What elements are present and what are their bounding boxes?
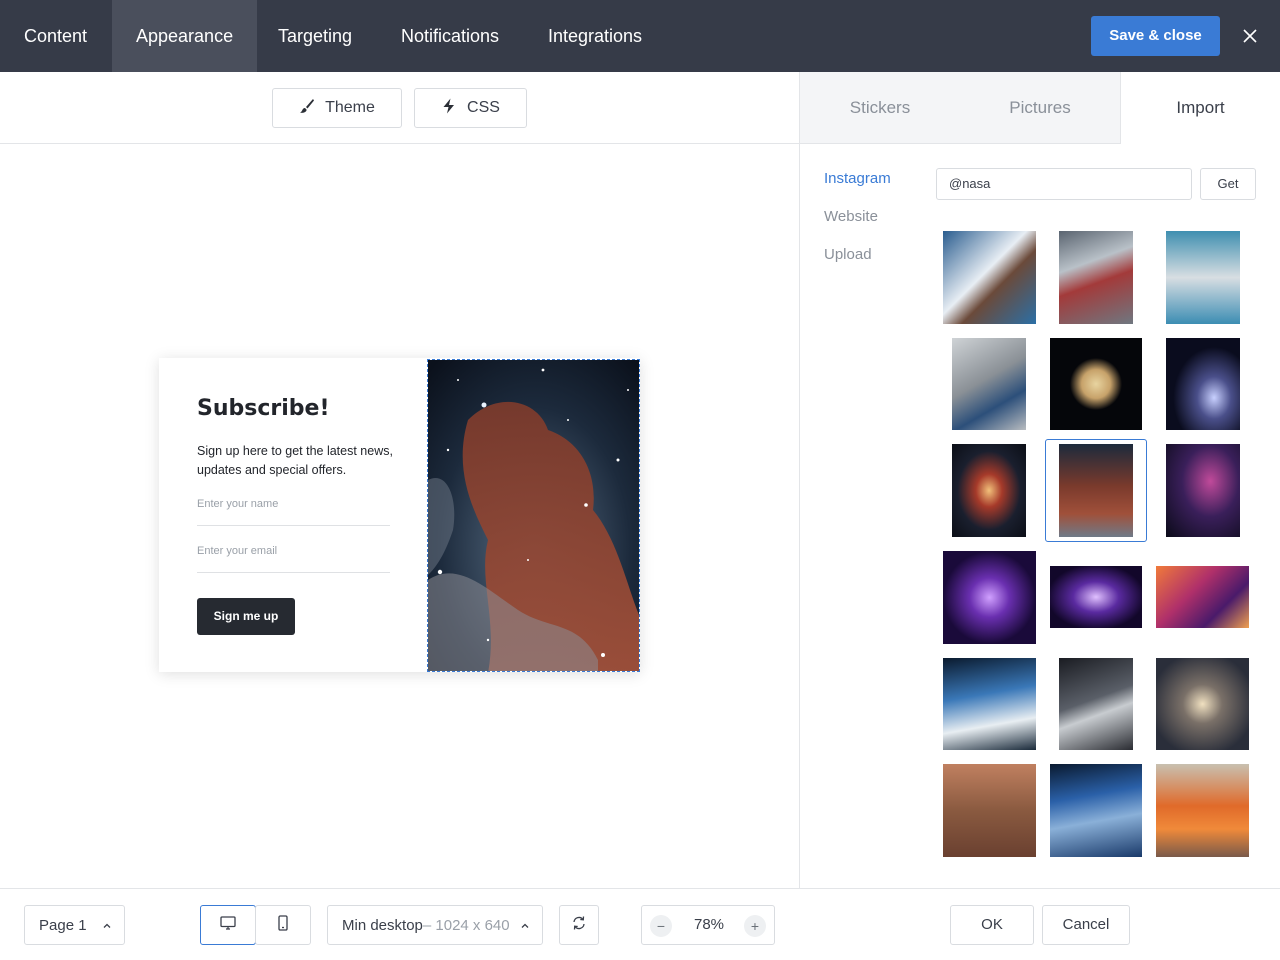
page-label: Page 1 (39, 916, 87, 934)
desktop-view-button[interactable] (200, 905, 256, 945)
theme-button-label: Theme (325, 99, 375, 116)
page-selector[interactable]: Page 1 (24, 905, 125, 945)
size-value: – 1024 x 640 (422, 916, 510, 934)
name-placeholder: Enter your name (197, 498, 279, 510)
css-button[interactable]: CSS (414, 88, 527, 128)
thumbnail-astronaut-station-work[interactable] (952, 338, 1026, 430)
source-website[interactable]: Website (824, 208, 878, 225)
source-instagram[interactable]: Instagram (824, 170, 891, 187)
thumbnail-astronaut-orange-suit[interactable] (1156, 764, 1249, 857)
tab-import[interactable]: Import (1120, 72, 1280, 144)
tab-targeting[interactable]: Targeting (254, 0, 376, 72)
tab-content[interactable]: Content (0, 0, 111, 72)
chevron-up-icon (519, 919, 531, 936)
popup-image-horsehead-nebula[interactable] (427, 359, 640, 672)
tab-appearance[interactable]: Appearance (112, 0, 258, 72)
panel-footer: OK Cancel (800, 888, 1280, 960)
thumbnail-purple-galaxy-cluster[interactable] (943, 551, 1036, 644)
name-input[interactable]: Enter your name (197, 498, 390, 526)
thumbnail-purple-galaxy-strip[interactable] (1050, 566, 1142, 628)
desktop-icon (219, 914, 237, 936)
thumbnail-earth-spacewalk[interactable] (943, 658, 1036, 750)
sign-me-up-button[interactable]: Sign me up (197, 598, 295, 635)
thumbnail-astronaut-lab-white-coat[interactable] (943, 231, 1036, 324)
size-label: Min desktop (342, 916, 423, 934)
thumbnail-spiral-galaxy-pair[interactable] (1166, 338, 1240, 430)
thumbnail-space-station-interior[interactable] (1059, 231, 1133, 324)
lightning-icon (441, 98, 457, 119)
css-button-label: CSS (467, 99, 500, 116)
canvas-bottom-toolbar: Page 1 Min desktop – 1024 x 640 − 78% + (0, 888, 800, 960)
thumbnail-starburst-galaxy[interactable] (952, 444, 1026, 537)
thumbnail-astronaut-pool-training[interactable] (1166, 231, 1240, 324)
ok-button[interactable]: OK (950, 905, 1034, 945)
tab-pictures[interactable]: Pictures (960, 72, 1120, 144)
popup-title: Subscribe! (197, 396, 330, 421)
rotate-button[interactable] (559, 905, 599, 945)
thumbnail-earth-horizon[interactable] (1050, 764, 1142, 857)
thumbnail-mars-rover[interactable] (943, 764, 1036, 857)
thumbnail-astronaut-window[interactable] (1059, 658, 1133, 750)
zoom-in-button[interactable]: + (744, 915, 766, 937)
screen-size-selector[interactable]: Min desktop – 1024 x 640 (327, 905, 543, 945)
instagram-handle-input[interactable]: @nasa (936, 168, 1192, 200)
thumbnail-purple-nebula-field[interactable] (1166, 444, 1240, 537)
cancel-button[interactable]: Cancel (1042, 905, 1130, 945)
thumbnail-spiral-galaxy-closeup[interactable] (1156, 658, 1249, 750)
tab-notifications[interactable]: Notifications (377, 0, 523, 72)
mobile-view-button[interactable] (255, 905, 311, 945)
editor-canvas-area: Theme CSS Subscribe! Sign up here to get… (0, 72, 800, 960)
image-picker-panel: Stickers Pictures Import Instagram Websi… (800, 72, 1280, 960)
theme-button[interactable]: Theme (272, 88, 402, 128)
brush-icon (299, 98, 315, 119)
tab-integrations[interactable]: Integrations (524, 0, 666, 72)
popup-preview-card[interactable]: Subscribe! Sign up here to get the lates… (159, 358, 640, 672)
source-upload[interactable]: Upload (824, 246, 872, 263)
tab-stickers[interactable]: Stickers (800, 72, 960, 144)
close-icon[interactable] (1238, 24, 1262, 48)
image-source-tabs: Stickers Pictures Import (800, 72, 1280, 144)
thumbnail-magenta-dark-matter[interactable] (1156, 566, 1249, 628)
mobile-icon (274, 914, 292, 936)
thumbnail-saturn[interactable] (1050, 338, 1142, 430)
zoom-control: − 78% + (641, 905, 775, 945)
email-input[interactable]: Enter your email (197, 545, 390, 573)
get-button[interactable]: Get (1200, 168, 1256, 200)
top-navigation-bar: Content Appearance Targeting Notificatio… (0, 0, 1280, 72)
selected-thumbnail-frame (1045, 439, 1147, 542)
email-placeholder: Enter your email (197, 545, 278, 557)
chevron-up-icon (101, 919, 113, 936)
rotate-icon (570, 914, 588, 936)
save-close-button[interactable]: Save & close (1091, 16, 1220, 56)
appearance-toolbar: Theme CSS (0, 72, 799, 144)
popup-description: Sign up here to get the latest news, upd… (197, 444, 393, 477)
